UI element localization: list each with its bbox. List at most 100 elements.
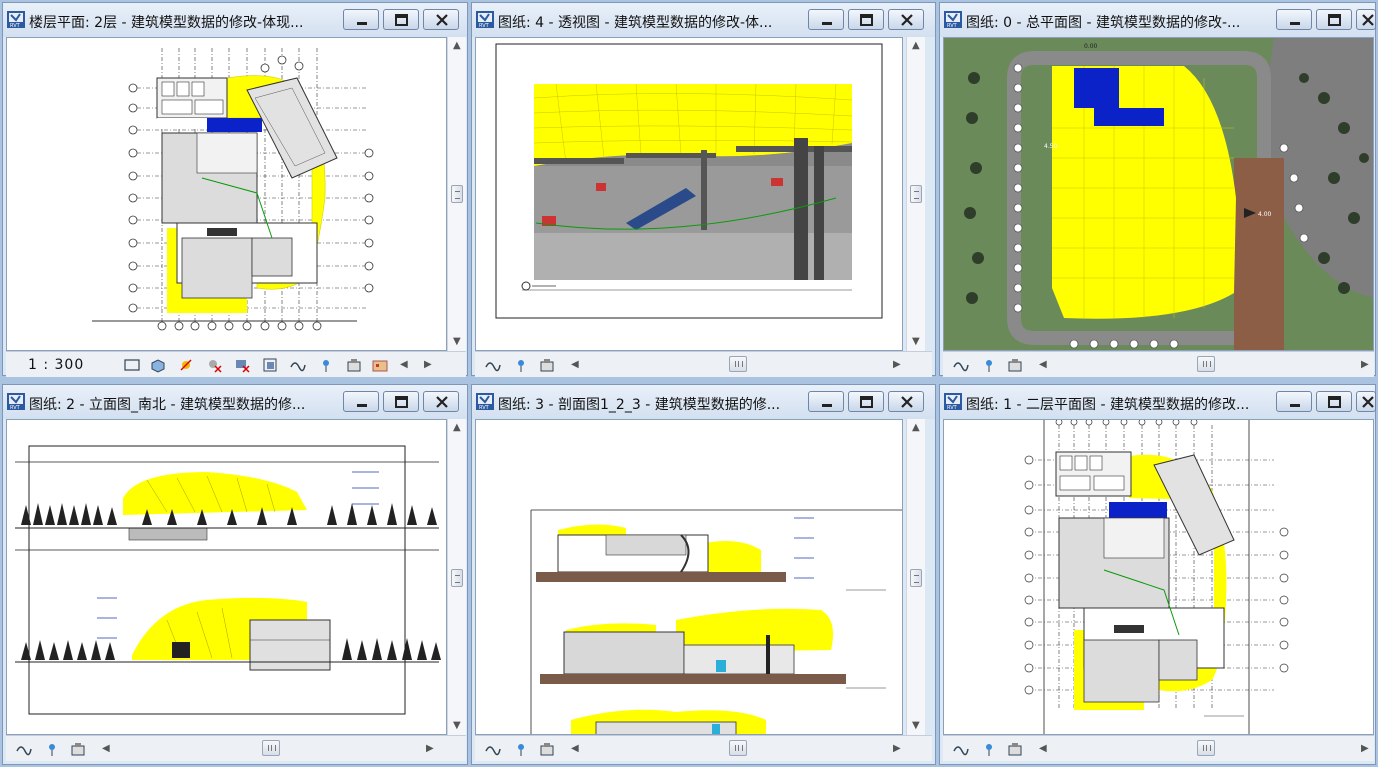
close-button[interactable] [888,391,924,412]
scroll-left-arrow[interactable]: ◀ [571,744,579,754]
maximize-button[interactable] [383,391,419,412]
vertical-scrollbar[interactable]: ▲ ▼ [447,419,466,735]
render-icon[interactable] [513,357,529,373]
title-bar[interactable]: RVT 图纸: 3 - 剖面图1_2_3 - 建筑模型数据的修... [472,385,935,419]
scroll-left-arrow[interactable]: ◀ [571,360,579,370]
display-icon[interactable] [70,741,86,757]
sheet-canvas[interactable] [475,419,903,735]
horizontal-scroll-thumb[interactable] [1197,356,1215,372]
display-icon[interactable] [1007,357,1023,373]
temporary-hide-icon[interactable] [290,357,306,373]
scroll-right-arrow[interactable]: ▶ [424,360,432,370]
scroll-up-arrow[interactable]: ▲ [453,423,461,433]
scroll-right-arrow[interactable]: ▶ [1361,360,1369,370]
view-window-perspective[interactable]: RVT 图纸: 4 - 透视图 - 建筑模型数据的修改-体... ▲ ▼ ◀ ▶ [471,2,936,377]
view-window-site-plan[interactable]: RVT 图纸: 0 - 总平面图 - 建筑模型数据的修改-... 4.00 0.… [939,2,1376,377]
steering-wheel-icon[interactable] [485,357,501,373]
visual-style-icon[interactable] [150,357,166,373]
view-window-elevation[interactable]: RVT 图纸: 2 - 立面图_南北 - 建筑模型数据的修... ▲ ▼ ◀ ▶ [2,384,468,765]
maximize-icon [1328,14,1341,26]
scroll-up-arrow[interactable]: ▲ [912,423,920,433]
close-icon [1362,14,1374,26]
vertical-scroll-thumb[interactable] [451,569,463,587]
close-button[interactable] [423,391,459,412]
title-bar[interactable]: RVT 图纸: 2 - 立面图_南北 - 建筑模型数据的修... [3,385,467,419]
scroll-right-arrow[interactable]: ▶ [1361,744,1369,754]
close-button[interactable] [423,9,459,30]
sheet-canvas[interactable] [475,37,903,351]
scroll-up-arrow[interactable]: ▲ [453,41,461,51]
scroll-left-arrow[interactable]: ◀ [1039,744,1047,754]
view-scale[interactable]: 1 : 300 [28,357,84,373]
steering-wheel-icon[interactable] [16,741,32,757]
minimize-button[interactable] [808,391,844,412]
maximize-icon [860,396,873,408]
detail-level-icon[interactable] [124,357,140,373]
minimize-button[interactable] [808,9,844,30]
sun-path-icon[interactable] [178,357,194,373]
view-window-section[interactable]: RVT 图纸: 3 - 剖面图1_2_3 - 建筑模型数据的修... ▲ ▼ ◀… [471,384,936,765]
steering-wheel-icon[interactable] [953,357,969,373]
minimize-button[interactable] [343,391,379,412]
steering-wheel-icon[interactable] [953,741,969,757]
sheet-canvas[interactable] [943,419,1374,735]
vertical-scrollbar[interactable]: ▲ ▼ [906,37,925,351]
display-icon[interactable] [1007,741,1023,757]
scroll-right-arrow[interactable]: ▶ [893,360,901,370]
horizontal-scroll-thumb[interactable] [729,740,747,756]
minimize-button[interactable] [1276,9,1312,30]
view-window-second-floor-sheet[interactable]: RVT 图纸: 1 - 二层平面图 - 建筑模型数据的修改... ◀ ▶ [939,384,1376,765]
vertical-scroll-thumb[interactable] [910,569,922,587]
render-icon[interactable] [981,741,997,757]
horizontal-scroll-thumb[interactable] [1197,740,1215,756]
scroll-down-arrow[interactable]: ▼ [912,337,920,347]
close-button[interactable] [888,9,924,30]
scroll-right-arrow[interactable]: ▶ [426,744,434,754]
maximize-button[interactable] [1316,391,1352,412]
close-button[interactable] [1356,391,1376,412]
minimize-button[interactable] [343,9,379,30]
minimize-button[interactable] [1276,391,1312,412]
sheet-canvas[interactable]: 4.00 0.00 4.50 [943,37,1374,351]
display-icon[interactable] [539,357,555,373]
maximize-button[interactable] [1316,9,1352,30]
scroll-down-arrow[interactable]: ▼ [453,721,461,731]
title-bar[interactable]: RVT 楼层平面: 2层 - 建筑模型数据的修改-体现... [3,3,467,37]
view-window-floor-plan[interactable]: RVT 楼层平面: 2层 - 建筑模型数据的修改-体现... ▲ ▼ 1: 3… [2,2,468,377]
vertical-scrollbar[interactable]: ▲ ▼ [906,419,925,735]
horizontal-scroll-thumb[interactable] [262,740,280,756]
steering-wheel-icon[interactable] [485,741,501,757]
show-crop-icon[interactable] [262,357,278,373]
render-icon[interactable] [513,741,529,757]
scroll-left-arrow[interactable]: ◀ [400,360,408,370]
render-icon[interactable] [981,357,997,373]
analytical-model-icon[interactable] [346,357,362,373]
title-bar[interactable]: RVT 图纸: 4 - 透视图 - 建筑模型数据的修改-体... [472,3,935,37]
render-icon[interactable] [44,741,60,757]
drawing-canvas[interactable] [6,37,447,351]
sheet-canvas[interactable] [6,419,447,735]
vertical-scrollbar[interactable]: ▲ ▼ [447,37,466,351]
vertical-scroll-thumb[interactable] [910,185,922,203]
vertical-scroll-thumb[interactable] [451,185,463,203]
minimize-icon [1290,22,1300,25]
scroll-left-arrow[interactable]: ◀ [1039,360,1047,370]
close-button[interactable] [1356,9,1376,30]
scroll-right-arrow[interactable]: ▶ [893,744,901,754]
scroll-down-arrow[interactable]: ▼ [453,337,461,347]
display-icon[interactable] [539,741,555,757]
maximize-button[interactable] [848,9,884,30]
reveal-hidden-icon[interactable] [318,357,334,373]
shadows-icon[interactable] [206,357,222,373]
title-bar[interactable]: RVT 图纸: 0 - 总平面图 - 建筑模型数据的修改-... [940,3,1376,37]
title-bar[interactable]: RVT 图纸: 1 - 二层平面图 - 建筑模型数据的修改... [940,385,1376,419]
scroll-up-arrow[interactable]: ▲ [912,41,920,51]
maximize-button[interactable] [848,391,884,412]
scroll-down-arrow[interactable]: ▼ [912,721,920,731]
minimize-icon [357,404,367,407]
crop-view-icon[interactable] [234,357,250,373]
horizontal-scroll-thumb[interactable] [729,356,747,372]
render-dialog-icon[interactable] [372,357,388,373]
scroll-left-arrow[interactable]: ◀ [102,744,110,754]
maximize-button[interactable] [383,9,419,30]
